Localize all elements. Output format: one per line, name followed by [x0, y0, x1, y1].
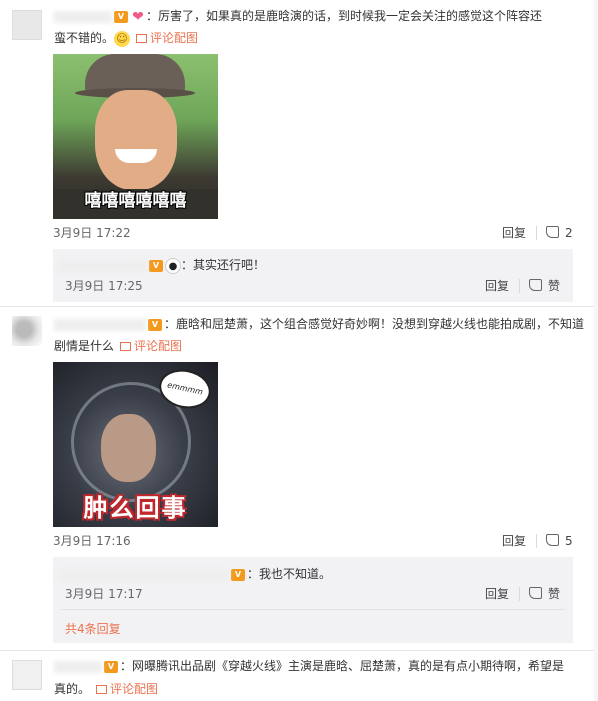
comment-text: V ：鹿晗和屈楚萧，这个组合感觉好奇妙啊！没想到穿越火线也能拍成剧，不知道 [54, 314, 584, 334]
comment-divider [0, 650, 598, 651]
action-divider [536, 226, 537, 240]
like-label: 赞 [548, 587, 561, 601]
image-icon [96, 685, 108, 694]
meme-face [101, 414, 156, 482]
comment-text-cont: 真的。 评论配图 [54, 679, 158, 699]
vip-badge-icon: V [104, 660, 118, 673]
avatar[interactable] [12, 10, 42, 40]
sub-reply-button[interactable]: 回复 [485, 278, 509, 294]
sub-like-button[interactable]: 赞 [529, 586, 560, 602]
sub-reply-content: ：我也不知道。 [247, 567, 332, 581]
reply-button[interactable]: 回复 [502, 533, 526, 549]
meme-caption: 嘻嘻嘻嘻嘻嘻 [84, 191, 187, 211]
sub-reply-time: 3月9日 17:25 [65, 279, 143, 293]
avatar[interactable] [12, 316, 42, 346]
like-count: 5 [565, 534, 573, 548]
action-divider [536, 534, 537, 548]
sub-reply-box: V ：我也不知道。 3月9日 17:17 回复 赞 共4条回复 [53, 557, 573, 643]
vip-badge-icon: V [149, 259, 163, 272]
panda-emoji-icon: ● [165, 257, 181, 274]
comment-divider [0, 306, 598, 307]
comment-text-line2: 蛮不错的。 [54, 31, 115, 45]
sub-reply-text: V ：我也不知道。 [59, 564, 331, 584]
comment-pic-link-label: 评论配图 [134, 339, 183, 353]
thumb-up-icon [546, 226, 559, 238]
comment-image[interactable]: 嘻嘻嘻嘻嘻嘻 [53, 54, 218, 219]
like-button[interactable]: 2 [546, 225, 573, 241]
sub-reply-button[interactable]: 回复 [485, 586, 509, 602]
thumb-up-icon [546, 534, 559, 546]
thumb-up-icon [529, 587, 542, 599]
comment-time: 3月9日 17:16 [53, 534, 131, 548]
username[interactable] [54, 10, 112, 23]
action-divider [519, 587, 520, 601]
comment-text: V ❤ ：厉害了，如果真的是鹿晗演的话，到时候我一定会关注的感觉这个阵容还 [54, 6, 542, 26]
view-more-replies-link[interactable]: 共4条回复 [65, 620, 121, 637]
like-label: 赞 [548, 279, 561, 293]
image-icon [120, 342, 132, 351]
scrollbar[interactable] [594, 0, 598, 701]
thumb-up-icon [529, 279, 542, 291]
comment-text-line1: ：网曝腾讯出品剧《穿越火线》主演是鹿晗、屈楚萧，真的是有点小期待啊，希望是 [120, 659, 565, 673]
comment-pic-link-label: 评论配图 [150, 31, 199, 45]
meme-caption: 肿么回事 [83, 494, 188, 522]
vip-badge-icon: V [231, 568, 245, 581]
comment-time: 3月9日 17:22 [53, 226, 131, 240]
comment-image[interactable]: emmmm 肿么回事 [53, 362, 218, 527]
vip-badge-icon: V [114, 10, 128, 23]
comment-text-cont: 蛮不错的。 ☺ 评论配图 [54, 28, 198, 48]
action-divider [519, 279, 520, 293]
comment-text: V ：网曝腾讯出品剧《穿越火线》主演是鹿晗、屈楚萧，真的是有点小期待啊，希望是 [54, 656, 564, 676]
sub-reply-box: V ● ：其实还行吧！ 3月9日 17:25 回复 赞 [53, 249, 573, 302]
reply-button[interactable]: 回复 [502, 225, 526, 241]
sub-reply-username[interactable] [59, 259, 147, 272]
vip-badge-icon: V [148, 318, 162, 331]
grin-emoji-icon: ☺ [114, 30, 131, 47]
heart-emoji-icon: ❤ [132, 8, 144, 25]
sub-like-button[interactable]: 赞 [529, 278, 560, 294]
like-count: 2 [565, 226, 573, 240]
sub-reply-time: 3月9日 17:17 [65, 587, 143, 601]
username[interactable] [54, 660, 102, 673]
sub-reply-text: V ● ：其实还行吧！ [59, 255, 265, 275]
comment-text-cont: 剧情是什么 评论配图 [54, 336, 182, 356]
comment-pic-link[interactable]: 评论配图 [96, 682, 158, 696]
comment-pic-link-label: 评论配图 [110, 682, 159, 696]
sub-reply-content: ：其实还行吧！ [181, 258, 266, 272]
meme-face [95, 90, 177, 190]
avatar[interactable] [12, 660, 42, 690]
comment-text-line2: 剧情是什么 [54, 339, 115, 353]
sub-reply-username[interactable] [59, 568, 229, 581]
image-icon [136, 34, 148, 43]
like-button[interactable]: 5 [546, 533, 573, 549]
comment-pic-link[interactable]: 评论配图 [136, 31, 198, 45]
comment-pic-link[interactable]: 评论配图 [120, 339, 182, 353]
username[interactable] [54, 318, 146, 331]
reply-separator [61, 609, 565, 610]
comment-text-line1: ：鹿晗和屈楚萧，这个组合感觉好奇妙啊！没想到穿越火线也能拍成剧，不知道 [164, 317, 585, 331]
comment-text-line2: 真的。 [54, 682, 91, 696]
comment-text-line1: ：厉害了，如果真的是鹿晗演的话，到时候我一定会关注的感觉这个阵容还 [146, 9, 543, 23]
